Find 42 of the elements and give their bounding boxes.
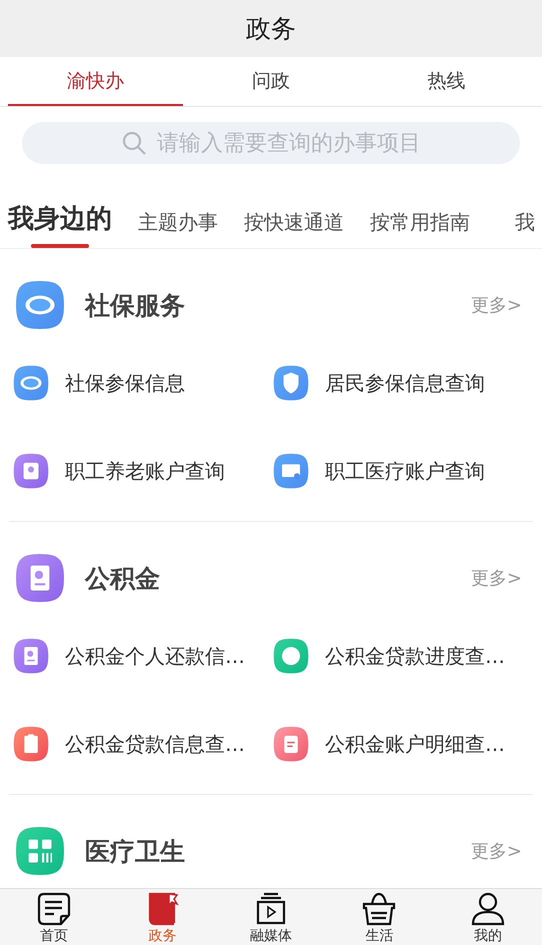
section-title: 社保服务 bbox=[85, 290, 186, 322]
page-title: 政务 bbox=[246, 13, 296, 45]
category-tab[interactable]: 主题办事 bbox=[138, 209, 218, 236]
list-icon bbox=[273, 726, 309, 762]
service-link[interactable]: 居民参保信息查询 bbox=[325, 370, 485, 396]
service-link[interactable]: 公积金账户明细查… bbox=[325, 730, 505, 758]
user-icon bbox=[470, 891, 506, 927]
service-link[interactable]: 职工养老账户查询 bbox=[65, 458, 225, 484]
tab[interactable]: 渝快办 bbox=[8, 57, 184, 106]
category-tab[interactable]: 按常用指南 bbox=[370, 209, 470, 236]
nav-tab[interactable]: 政务 bbox=[148, 927, 177, 945]
note-icon bbox=[36, 891, 72, 927]
nav-tab[interactable]: 我的 bbox=[474, 927, 502, 945]
document-icon bbox=[15, 553, 65, 603]
basket-icon bbox=[361, 891, 398, 927]
section-title: 公积金 bbox=[85, 562, 161, 594]
service-link[interactable]: 公积金个人还款信… bbox=[65, 642, 245, 670]
search-icon bbox=[121, 130, 147, 156]
badge-icon bbox=[15, 280, 65, 330]
service-link[interactable]: 职工医疗账户查询 bbox=[325, 458, 485, 484]
service-link[interactable]: 公积金贷款进度查… bbox=[325, 642, 505, 670]
document-icon bbox=[13, 638, 49, 674]
nav-tab[interactable]: 融媒体 bbox=[250, 927, 292, 945]
nav-tab[interactable]: 首页 bbox=[40, 927, 68, 945]
clipboard-icon bbox=[13, 726, 49, 762]
tab[interactable]: 问政 bbox=[183, 57, 359, 106]
card-icon bbox=[13, 453, 49, 489]
nav-tab[interactable]: 生活 bbox=[365, 927, 394, 945]
service-link[interactable]: 公积金贷款信息查… bbox=[65, 730, 245, 758]
service-link[interactable]: 社保参保信息 bbox=[65, 370, 185, 396]
coin-icon bbox=[273, 638, 309, 674]
section-title: 医疗卫生 bbox=[85, 836, 186, 868]
category-tab[interactable]: 我身边的 bbox=[8, 201, 112, 236]
grid-icon bbox=[15, 826, 65, 876]
category-tab[interactable]: 按快速通道 bbox=[244, 209, 344, 236]
badge-icon bbox=[13, 365, 49, 401]
shield-icon bbox=[273, 365, 309, 401]
tab[interactable]: 热线 bbox=[358, 57, 534, 106]
search-placeholder: 请输入需要查询的办事项目 bbox=[157, 130, 421, 158]
category-tab[interactable]: 我 bbox=[515, 209, 535, 236]
id-card-icon bbox=[273, 453, 309, 489]
tab-underline bbox=[31, 244, 89, 248]
